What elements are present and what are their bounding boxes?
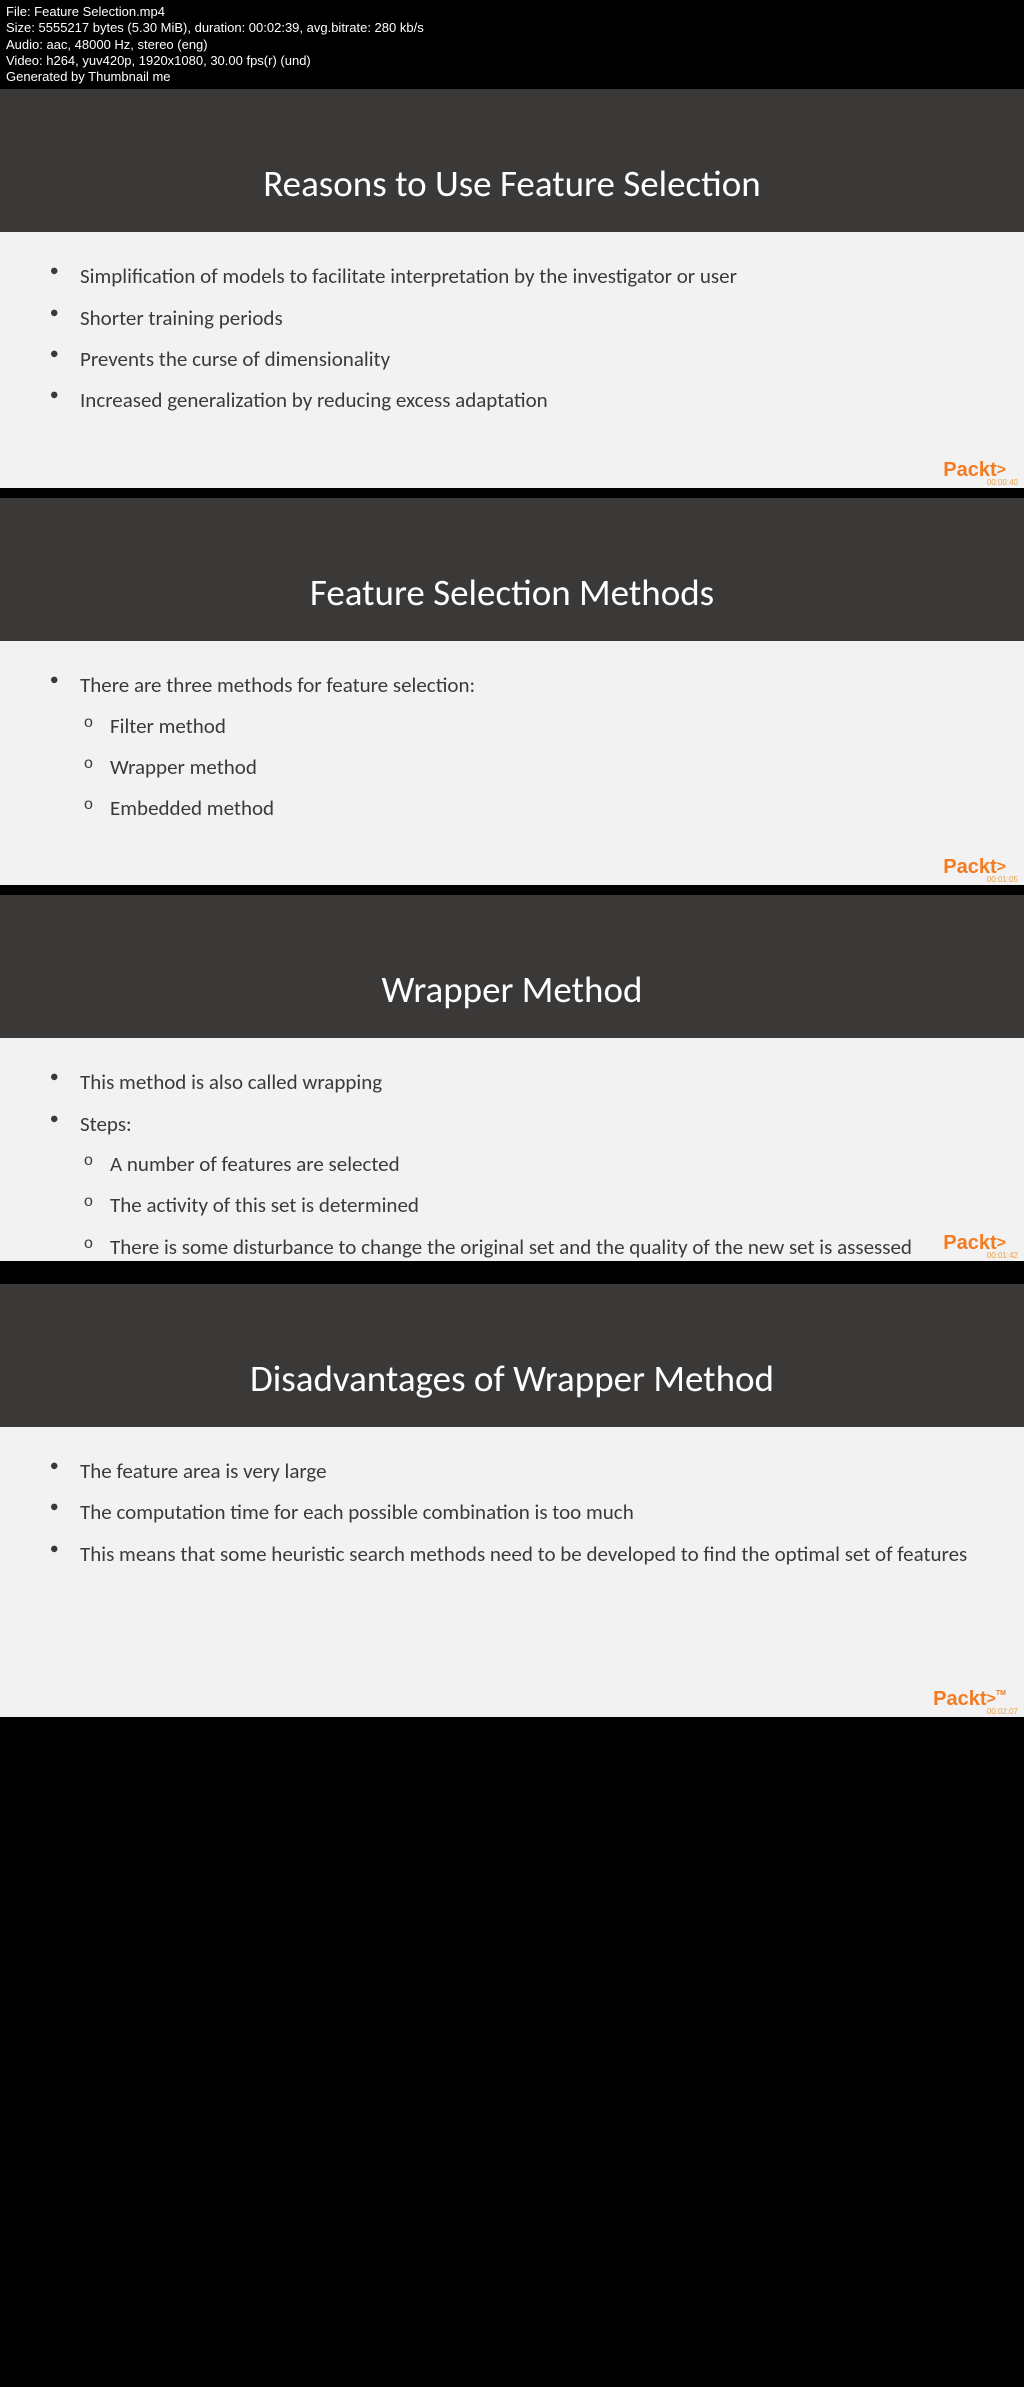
thumbnail-timestamp: 00:01:05 [987, 875, 1018, 884]
bullet: Steps: A number of features are selected… [50, 1110, 974, 1261]
sub-bullet: The activity of this set is determined [80, 1191, 974, 1219]
slide-2: Feature Selection Methods There are thre… [0, 488, 1024, 885]
brand-logo: Packt> [943, 857, 1006, 877]
brand-logo: Packt> [943, 460, 1006, 480]
slide-4: Disadvantages of Wrapper Method The feat… [0, 1274, 1024, 1717]
thumbnail-timestamp: 00:01:42 [987, 1251, 1018, 1260]
meta-generated: Generated by Thumbnail me [6, 69, 1018, 85]
thumbnail-timestamp: 00:02:07 [987, 1707, 1018, 1716]
brand-logo: Packt>TM [933, 1689, 1006, 1709]
slide-title: Reasons to Use Feature Selection [0, 89, 1024, 232]
video-metadata: File: Feature Selection.mp4 Size: 555521… [0, 0, 1024, 89]
bullet: The computation time for each possible c… [50, 1498, 974, 1526]
bullet: The feature area is very large [50, 1457, 974, 1485]
slide-title: Wrapper Method [0, 895, 1024, 1038]
slide-title: Disadvantages of Wrapper Method [0, 1284, 1024, 1427]
bullet: Simplification of models to facilitate i… [50, 262, 974, 290]
sub-bullet: There is some disturbance to change the … [80, 1233, 974, 1261]
slide-body: Simplification of models to facilitate i… [0, 232, 1024, 488]
bullet: Prevents the curse of dimensionality [50, 345, 974, 373]
meta-size: Size: 5555217 bytes (5.30 MiB), duration… [6, 20, 1018, 36]
sub-bullet: Embedded method [80, 794, 974, 822]
slide-1: Reasons to Use Feature Selection Simplif… [0, 89, 1024, 488]
bullet: There are three methods for feature sele… [50, 671, 974, 822]
sub-bullet: Wrapper method [80, 753, 974, 781]
meta-video: Video: h264, yuv420p, 1920x1080, 30.00 f… [6, 53, 1018, 69]
slide-body: This method is also called wrapping Step… [0, 1038, 1024, 1261]
bullet: Increased generalization by reducing exc… [50, 386, 974, 414]
bullet: This means that some heuristic search me… [50, 1540, 974, 1568]
slide-title: Feature Selection Methods [0, 498, 1024, 641]
sub-bullet: A number of features are selected [80, 1150, 974, 1178]
thumbnail-timestamp: 00:00:40 [987, 478, 1018, 487]
bullet-text: Steps: [80, 1111, 132, 1137]
slide-body: There are three methods for feature sele… [0, 641, 1024, 885]
brand-logo: Packt> [943, 1233, 1006, 1253]
slide-3: Wrapper Method This method is also calle… [0, 885, 1024, 1261]
meta-audio: Audio: aac, 48000 Hz, stereo (eng) [6, 37, 1018, 53]
sub-bullet: Filter method [80, 712, 974, 740]
bullet: This method is also called wrapping [50, 1068, 974, 1096]
bullet-text: There are three methods for feature sele… [80, 672, 475, 698]
slide-body: The feature area is very large The compu… [0, 1427, 1024, 1717]
bullet: Shorter training periods [50, 304, 974, 332]
meta-file: File: Feature Selection.mp4 [6, 4, 1018, 20]
